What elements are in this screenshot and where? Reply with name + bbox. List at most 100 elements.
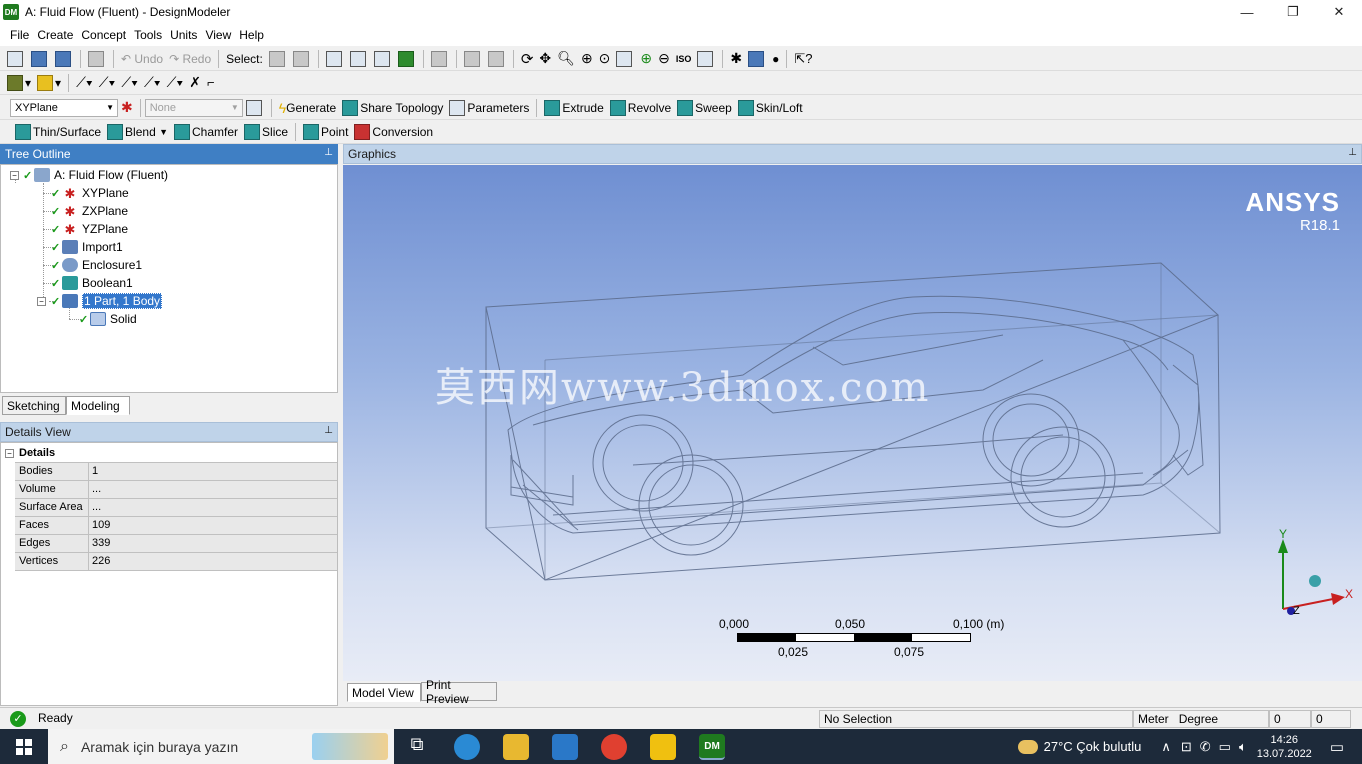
- tree-item-part[interactable]: ✓ 1 Part, 1 Body: [51, 292, 163, 310]
- screenshot-button[interactable]: [85, 49, 109, 69]
- tree-item-solid[interactable]: ✓ Solid: [79, 310, 137, 328]
- share-topology-button[interactable]: Share Topology: [339, 98, 446, 118]
- slice-button[interactable]: Slice: [241, 122, 291, 142]
- tree-item-root[interactable]: ✓ A: Fluid Flow (Fluent): [23, 166, 168, 184]
- zoom-in-button[interactable]: ⊕: [637, 49, 655, 69]
- view-orient-button[interactable]: [694, 49, 718, 69]
- tree-item-import1[interactable]: ✓ Import1: [51, 238, 123, 256]
- extend-selection-button[interactable]: [428, 49, 452, 69]
- file-explorer-icon[interactable]: [503, 734, 529, 760]
- extrude-button[interactable]: Extrude: [541, 98, 606, 118]
- box-select-button[interactable]: [461, 49, 485, 69]
- menu-view[interactable]: View: [202, 28, 234, 42]
- thin-surface-button[interactable]: Thin/Surface: [12, 122, 104, 142]
- display-model-button[interactable]: [745, 49, 769, 69]
- axis-triad[interactable]: [1273, 531, 1353, 621]
- graphics-viewport[interactable]: ANSYS R18.1 莫西网www.3dmox.com 0,000 0,050…: [343, 165, 1362, 681]
- triad-button[interactable]: ✱: [727, 49, 745, 69]
- collapse-root-icon[interactable]: −: [10, 171, 19, 180]
- sketch-select[interactable]: None ▼: [144, 98, 243, 117]
- details-row-bodies[interactable]: Bodies 1: [15, 463, 337, 481]
- tab-print-preview[interactable]: Print Preview: [421, 678, 497, 706]
- menu-concept[interactable]: Concept: [78, 28, 129, 42]
- chrome-icon[interactable]: [601, 734, 627, 760]
- close-button[interactable]: ✕: [1316, 0, 1362, 24]
- mail-icon[interactable]: [552, 734, 578, 760]
- blend-button[interactable]: Blend ▼: [104, 122, 171, 142]
- tree-item-boolean1[interactable]: ✓ Boolean1: [51, 274, 133, 292]
- menu-tools[interactable]: Tools: [131, 28, 165, 42]
- select-mode-button[interactable]: [266, 49, 290, 69]
- tree-item-enclosure1[interactable]: ✓ Enclosure1: [51, 256, 142, 274]
- edge-option-5-button[interactable]: ⟋▾: [164, 73, 187, 93]
- edge-color-button[interactable]: ▾: [34, 73, 64, 93]
- input-method-icon[interactable]: ✆: [1200, 739, 1211, 755]
- menu-help[interactable]: Help: [236, 28, 267, 42]
- revolve-button[interactable]: Revolve: [607, 98, 674, 118]
- details-row-edges[interactable]: Edges 339: [15, 535, 337, 553]
- pin-icon[interactable]: ⊥: [324, 147, 333, 158]
- plane-select[interactable]: XYPlane ▼: [10, 98, 118, 117]
- save-as-button[interactable]: [52, 49, 76, 69]
- details-row-volume[interactable]: Volume...: [15, 481, 337, 499]
- collapse-part-icon[interactable]: −: [37, 297, 46, 306]
- edge-option-4-button[interactable]: ⟋▾: [141, 73, 164, 93]
- tree-item-yzplane[interactable]: ✓ ✱ YZPlane: [51, 220, 128, 238]
- edge-option-3-button[interactable]: ⟋▾: [118, 73, 141, 93]
- zoom-box-button[interactable]: ⊕: [578, 49, 596, 69]
- tab-model-view[interactable]: Model View: [347, 683, 421, 702]
- undo-button[interactable]: ↶ Undo: [118, 49, 166, 69]
- details-row-vertices[interactable]: Vertices 226: [15, 553, 337, 571]
- menu-units[interactable]: Units: [167, 28, 200, 42]
- network-icon[interactable]: ⊡: [1181, 739, 1192, 755]
- face-color-button[interactable]: ▾: [4, 73, 34, 93]
- parameters-button[interactable]: Parameters: [446, 98, 532, 118]
- collapse-details-icon[interactable]: −: [5, 449, 14, 458]
- chamfer-button[interactable]: Chamfer: [171, 122, 241, 142]
- task-view-icon[interactable]: ⧉: [404, 734, 430, 760]
- edge-option-6-button[interactable]: ✗: [186, 73, 204, 93]
- weather-text[interactable]: 27°C Çok bulutlu: [1044, 739, 1142, 754]
- zoom-fit-button[interactable]: ⊙: [596, 49, 614, 69]
- redo-button[interactable]: ↷ Redo: [166, 49, 214, 69]
- select-edges-button[interactable]: [347, 49, 371, 69]
- clock[interactable]: 14:26 13.07.2022: [1257, 733, 1312, 761]
- point-button[interactable]: Point: [300, 122, 351, 142]
- maximize-button[interactable]: ❐: [1270, 0, 1316, 24]
- select-points-button[interactable]: [323, 49, 347, 69]
- help-pointer-button[interactable]: ⇱?: [791, 49, 815, 69]
- pin-icon[interactable]: ⊥: [1348, 147, 1357, 158]
- tree-item-zxplane[interactable]: ✓ ✱ ZXPlane: [51, 202, 128, 220]
- edge-option-7-button[interactable]: ⌐: [204, 73, 218, 93]
- menu-create[interactable]: Create: [34, 28, 76, 42]
- iso-view-button[interactable]: ISO: [673, 49, 695, 69]
- pan-button[interactable]: ✥: [536, 49, 554, 69]
- ansys-workbench-icon[interactable]: [650, 734, 676, 760]
- volume-icon[interactable]: 🔈︎: [1239, 739, 1247, 755]
- display-points-button[interactable]: ●: [769, 49, 782, 69]
- zoom-out-button[interactable]: ⊖: [655, 49, 673, 69]
- zoom-extent-button[interactable]: [613, 49, 637, 69]
- new-plane-button[interactable]: ✱: [118, 98, 136, 118]
- car-model-wireframe[interactable]: [343, 165, 1362, 681]
- new-button[interactable]: [4, 49, 28, 69]
- tab-sketching[interactable]: Sketching: [2, 396, 66, 415]
- tree-item-xyplane[interactable]: ✓ ✱ XYPlane: [51, 184, 129, 202]
- conversion-button[interactable]: Conversion: [351, 122, 436, 142]
- zoom-button[interactable]: 🔍︎: [554, 49, 578, 69]
- details-row-faces[interactable]: Faces 109: [15, 517, 337, 535]
- tray-chevron-icon[interactable]: ∧: [1161, 739, 1171, 755]
- menu-file[interactable]: File: [7, 28, 32, 42]
- details-row-surface-area[interactable]: Surface Area...: [15, 499, 337, 517]
- pin-icon[interactable]: ⊥: [324, 425, 333, 436]
- select-bodies-button[interactable]: [395, 49, 419, 69]
- tab-modeling[interactable]: Modeling: [66, 396, 130, 415]
- minimize-button[interactable]: —: [1224, 0, 1270, 24]
- select-filter-button[interactable]: [290, 49, 314, 69]
- start-button[interactable]: [0, 729, 48, 764]
- save-button[interactable]: [28, 49, 52, 69]
- designmodeler-task-icon[interactable]: DM: [699, 734, 725, 760]
- sweep-button[interactable]: Sweep: [674, 98, 735, 118]
- skin-loft-button[interactable]: Skin/Loft: [735, 98, 806, 118]
- new-sketch-button[interactable]: [243, 98, 267, 118]
